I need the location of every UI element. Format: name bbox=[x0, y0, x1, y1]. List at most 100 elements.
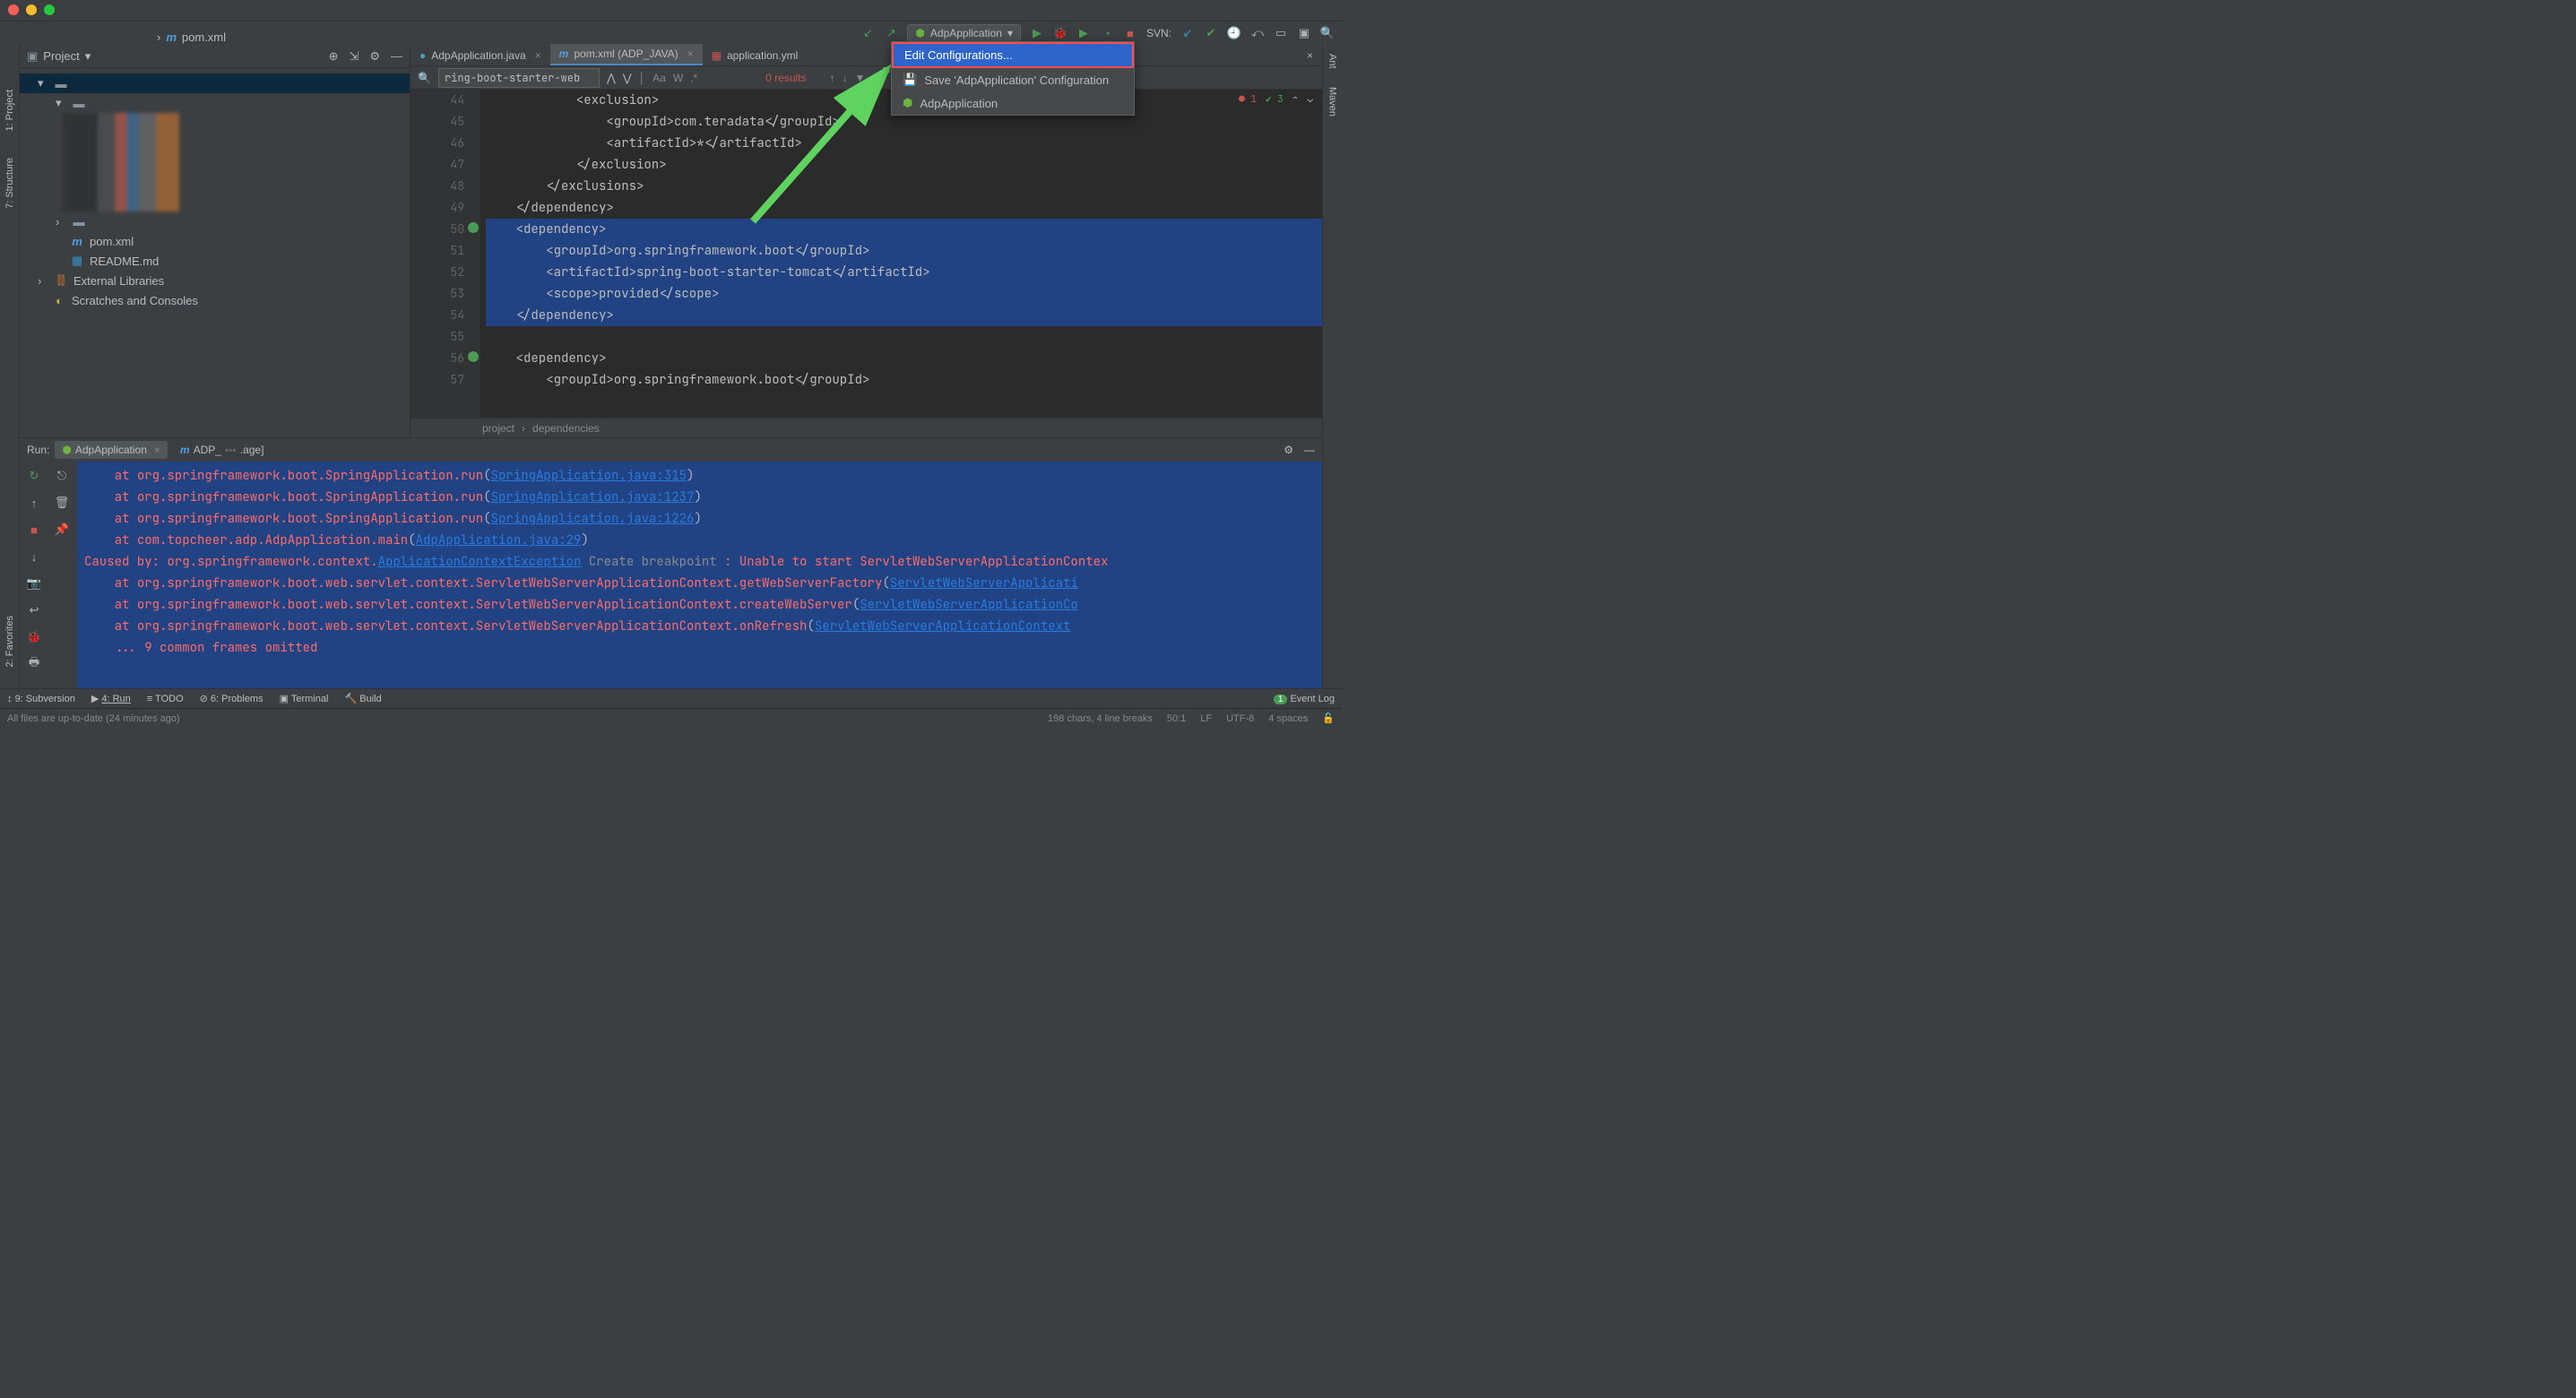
tool-window-bar: ↕ 9: Subversion ▶ 4: Run ≡ TODO ⊘ 6: Pro… bbox=[0, 688, 1342, 708]
caret-pos[interactable]: 50:1 bbox=[1167, 713, 1186, 724]
edit-configurations-item[interactable]: Edit Configurations... bbox=[892, 42, 1134, 68]
sb-svn[interactable]: ↕ 9: Subversion bbox=[7, 694, 75, 704]
back-icon[interactable]: ↙ bbox=[860, 26, 875, 40]
soft-wrap-icon[interactable]: ↩ bbox=[23, 600, 45, 621]
rerun-icon[interactable]: ↻ bbox=[23, 465, 45, 487]
sb-problems[interactable]: ⊘ 6: Problems bbox=[200, 693, 264, 704]
ide-settings-icon[interactable]: ▭ bbox=[1274, 26, 1288, 40]
window-controls bbox=[8, 4, 55, 15]
chevron-up-icon[interactable]: ⌃ bbox=[1292, 93, 1299, 106]
run-icon[interactable]: ▶ bbox=[1030, 26, 1044, 40]
tree-file-readme[interactable]: ▦README.md bbox=[20, 251, 410, 271]
debug-icon[interactable]: 🐞 bbox=[23, 626, 45, 648]
indent[interactable]: 4 spaces bbox=[1268, 713, 1308, 724]
editor-breadcrumb[interactable]: project›dependencies bbox=[411, 418, 1322, 437]
update-icon[interactable]: ↙ bbox=[1180, 26, 1195, 40]
project-tree[interactable]: ▾▬ ▾▬ ›▬ mpom.xml ▦README.md ›⫿⫿External… bbox=[20, 68, 410, 315]
hide-icon[interactable]: — bbox=[391, 49, 402, 64]
commit-icon[interactable]: ✔ bbox=[1204, 26, 1218, 40]
regex-icon[interactable]: .* bbox=[690, 72, 697, 84]
search-icon: 🔍 bbox=[418, 72, 431, 84]
expand-icon[interactable]: ⇲ bbox=[349, 49, 359, 64]
save-configuration-item[interactable]: 💾 Save 'AdpApplication' Configuration bbox=[892, 68, 1134, 91]
run-tab-adp[interactable]: ⬢AdpApplication× bbox=[55, 441, 168, 459]
down-icon[interactable]: ↓ bbox=[23, 546, 45, 567]
hide-icon[interactable]: — bbox=[1304, 444, 1315, 456]
camera-icon[interactable]: 📷 bbox=[23, 573, 45, 594]
editor-tab-adpapplication[interactable]: ●AdpApplication.java× bbox=[411, 46, 550, 65]
print-icon[interactable]: 🖶 bbox=[23, 653, 45, 675]
close-tab-icon[interactable]: × bbox=[535, 49, 541, 62]
tree-node[interactable]: ▾▬ bbox=[20, 93, 410, 113]
stop-icon[interactable]: ■ bbox=[23, 519, 45, 540]
close-tab-icon[interactable]: × bbox=[687, 47, 694, 60]
maximize-window-icon[interactable] bbox=[44, 4, 55, 15]
favorites-tool-tab[interactable]: 2: Favorites bbox=[4, 616, 15, 667]
sb-todo[interactable]: ≡ TODO bbox=[147, 694, 184, 704]
run-title: Run: bbox=[27, 444, 49, 456]
up-icon[interactable]: ↑ bbox=[23, 492, 45, 513]
up-icon[interactable]: ↑ bbox=[830, 72, 835, 84]
line-ending[interactable]: LF bbox=[1200, 713, 1212, 724]
tree-file-pom[interactable]: mpom.xml bbox=[20, 231, 410, 251]
inspection-widget[interactable]: ● 1 ✔ 3 ⌃ ⌄ bbox=[1239, 93, 1313, 106]
next-icon[interactable]: ⋁ bbox=[623, 72, 632, 84]
sb-terminal[interactable]: ▣ Terminal bbox=[280, 693, 329, 704]
prev-icon[interactable]: ⋀ bbox=[607, 72, 616, 84]
lock-icon[interactable]: 🔓 bbox=[1322, 712, 1335, 724]
maven-tool-tab[interactable]: Maven bbox=[1327, 87, 1338, 116]
save-icon: 💾 bbox=[903, 73, 917, 87]
history-icon[interactable]: 🕘 bbox=[1227, 26, 1241, 40]
sb-event-log[interactable]: 1 Event Log bbox=[1274, 694, 1335, 704]
tree-external-libs[interactable]: ›⫿⫿External Libraries bbox=[20, 271, 410, 290]
exit-icon[interactable]: ⎋ bbox=[51, 465, 73, 487]
adp-application-item[interactable]: ⬢ AdpApplication bbox=[892, 91, 1134, 115]
editor-tab-yml[interactable]: ▦application.yml bbox=[703, 46, 808, 65]
stop-icon[interactable]: ■ bbox=[1123, 26, 1137, 40]
code-content[interactable]: <exclusion> <groupId>com.teradata</group… bbox=[480, 90, 1322, 418]
pin-icon[interactable]: 📌 bbox=[51, 519, 73, 540]
close-window-icon[interactable] bbox=[8, 4, 19, 15]
spring-icon: ⬢ bbox=[903, 96, 912, 110]
locate-icon[interactable]: ⊕ bbox=[329, 49, 339, 64]
gutter: 4445464748495051525354555657 bbox=[411, 90, 480, 418]
structure-tool-tab[interactable]: 7: Structure bbox=[4, 158, 15, 209]
profile-icon[interactable]: ◔ bbox=[1100, 26, 1114, 40]
revert-icon[interactable]: ⤺ bbox=[1250, 26, 1265, 40]
run-tab-other[interactable]: mADP_▪▪▪.age] bbox=[173, 441, 272, 459]
filter-icon[interactable]: ▼ bbox=[855, 72, 866, 84]
run-toolbar: ↻ ↑ ■ ↓ 📷 ↩ 🐞 🖶 ⎋ 🗑 📌 bbox=[20, 462, 77, 703]
console-output[interactable]: at org.springframework.boot.SpringApplic… bbox=[77, 462, 1322, 703]
tree-node[interactable]: ›▬ bbox=[20, 211, 410, 231]
close-icon[interactable]: × bbox=[154, 444, 160, 456]
debug-icon[interactable]: 🐞 bbox=[1053, 26, 1068, 40]
project-tool-tab[interactable]: 1: Project bbox=[4, 90, 15, 131]
settings-gear-icon[interactable]: ⚙ bbox=[1284, 444, 1293, 456]
search-everywhere-icon[interactable]: 🔍 bbox=[1320, 26, 1335, 40]
match-case-icon[interactable]: Aa bbox=[653, 72, 666, 84]
editor-body[interactable]: ● 1 ✔ 3 ⌃ ⌄ 4445464748495051525354555657… bbox=[411, 90, 1322, 418]
run-config-selector[interactable]: ⬢ AdpApplication ▾ bbox=[907, 24, 1021, 42]
find-input[interactable] bbox=[438, 68, 600, 88]
forward-icon[interactable]: ↗ bbox=[884, 26, 898, 40]
minimize-window-icon[interactable] bbox=[26, 4, 37, 15]
settings-gear-icon[interactable]: ⚙ bbox=[369, 49, 380, 64]
save-label: Save 'AdpApplication' Configuration bbox=[924, 73, 1109, 87]
sb-run[interactable]: ▶ 4: Run bbox=[91, 693, 131, 704]
sb-build[interactable]: 🔨 Build bbox=[344, 693, 381, 704]
editor-tab-pom[interactable]: mpom.xml (ADP_JAVA)× bbox=[550, 44, 703, 65]
encoding[interactable]: UTF-8 bbox=[1226, 713, 1254, 724]
run-coverage-icon[interactable]: ▶ bbox=[1076, 26, 1091, 40]
vcs-label: SVN: bbox=[1146, 27, 1171, 39]
tree-scratches[interactable]: ◐Scratches and Consoles bbox=[20, 290, 410, 310]
ide-settings2-icon[interactable]: ▣ bbox=[1297, 26, 1311, 40]
status-bar: All files are up-to-date (24 minutes ago… bbox=[0, 708, 1342, 728]
trash-icon[interactable]: 🗑 bbox=[51, 492, 73, 513]
chevron-down-icon[interactable]: ⌄ bbox=[1307, 93, 1313, 106]
ant-tool-tab[interactable]: Ant bbox=[1327, 54, 1338, 69]
chevron-down-icon[interactable]: ▾ bbox=[85, 49, 91, 64]
close-find-icon[interactable]: × bbox=[1298, 46, 1322, 65]
tree-root[interactable]: ▾▬ bbox=[20, 73, 410, 93]
words-icon[interactable]: W bbox=[673, 72, 683, 84]
down-icon[interactable]: ↓ bbox=[843, 72, 848, 84]
